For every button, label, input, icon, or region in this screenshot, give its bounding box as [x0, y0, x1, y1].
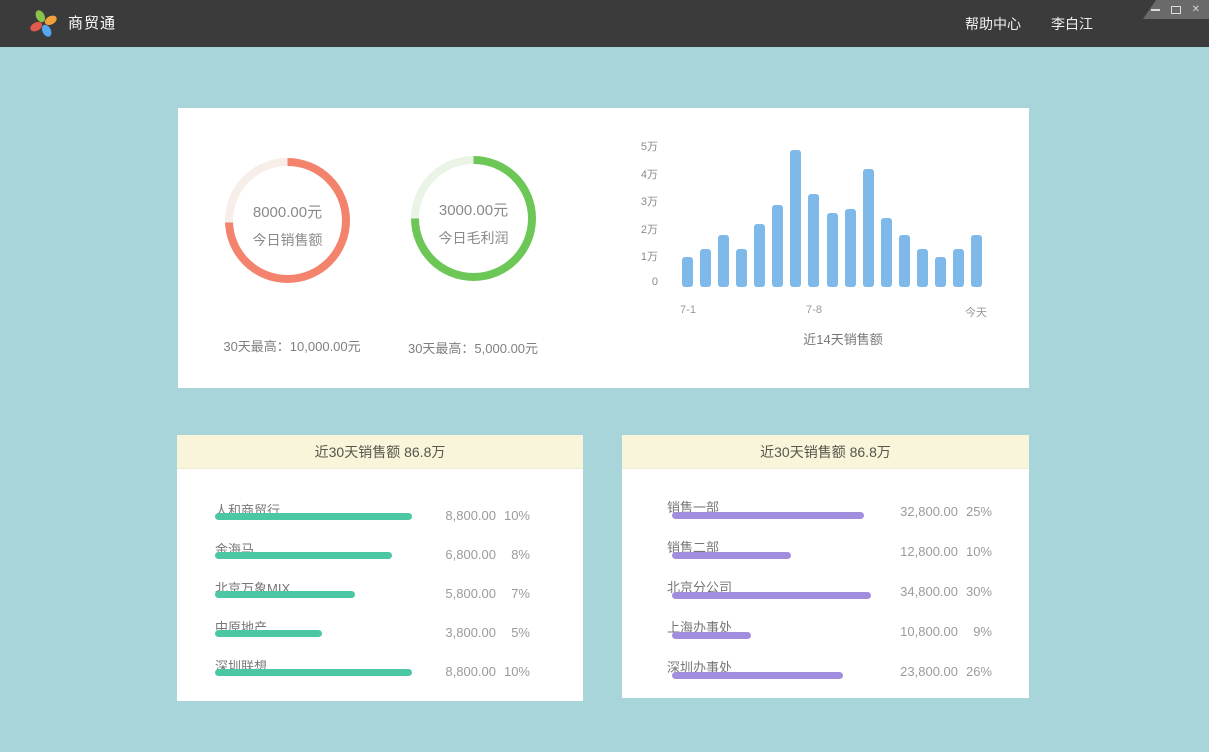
daily-sales-chart-title: 近14天销售额 — [803, 329, 882, 348]
maximize-icon[interactable] — [1171, 6, 1181, 14]
daily-sales-bar — [718, 235, 729, 287]
minimize-icon[interactable] — [1151, 9, 1160, 11]
today-sales-value: 8000.00元 — [253, 201, 322, 222]
list-item: 销售二部 12,800.0010% — [622, 537, 1029, 577]
department-bar — [672, 672, 843, 679]
list-item: 金海马 6,800.008% — [177, 539, 583, 578]
daily-sales-bar — [971, 235, 982, 287]
department-percent: 26% — [958, 664, 992, 679]
department-amount: 10,800.00 — [900, 624, 958, 639]
today-profit-gauge: 3000.00元 今日毛利润 — [411, 156, 536, 281]
customer-rank-list: 人和商贸行 8,800.0010% 金海马 6,800.008% 北京万象MIX… — [177, 469, 583, 695]
customer-amount: 5,800.00 — [445, 586, 496, 601]
user-name-menu[interactable]: 李白江 — [1051, 14, 1093, 34]
today-sales-label: 今日销售额 — [253, 230, 323, 250]
list-item: 销售一部 32,800.0025% — [622, 497, 1029, 537]
daily-sales-bar — [736, 249, 747, 288]
daily-sales-bar — [808, 194, 819, 288]
daily-sales-bar — [682, 257, 693, 287]
y-tick: 1万 — [641, 248, 658, 264]
list-item: 北京万象MIX 5,800.007% — [177, 578, 583, 617]
customer-bar — [215, 591, 355, 598]
close-icon[interactable]: ✕ — [1192, 5, 1200, 15]
titlebar-menu: 帮助中心 李白江 — [965, 0, 1093, 47]
customer-percent: 5% — [496, 625, 530, 640]
daily-sales-bar — [827, 213, 838, 287]
customer-bar — [215, 552, 392, 559]
department-amount: 23,800.00 — [900, 664, 958, 679]
department-percent: 10% — [958, 544, 992, 559]
titlebar: 商贸通 帮助中心 李白江 ✕ — [0, 0, 1209, 47]
daily-sales-bar — [754, 224, 765, 287]
department-amount: 12,800.00 — [900, 544, 958, 559]
department-percent: 9% — [958, 624, 992, 639]
app-title: 商贸通 — [68, 0, 116, 47]
customer-rank-title: 近30天销售额 86.8万 — [177, 435, 583, 469]
today-sales-30d-max: 30天最高：10,000.00元 — [223, 336, 360, 355]
daily-sales-bar — [845, 209, 856, 287]
department-rank-list: 销售一部 32,800.0025% 销售二部 12,800.0010% 北京分公… — [622, 469, 1029, 697]
daily-sales-bar — [899, 235, 910, 287]
customer-amount: 6,800.00 — [445, 547, 496, 562]
list-item: 中原地产 3,800.005% — [177, 617, 583, 656]
list-item: 深圳办事处 23,800.0026% — [622, 657, 1029, 697]
daily-sales-bar — [700, 249, 711, 288]
customer-percent: 7% — [496, 586, 530, 601]
customer-bar — [215, 669, 412, 676]
x-tick-today: 今天 — [965, 304, 987, 320]
customer-percent: 10% — [496, 508, 530, 523]
customer-bar — [215, 513, 412, 520]
list-item: 人和商贸行 8,800.0010% — [177, 500, 583, 539]
department-bar — [672, 552, 791, 559]
y-tick: 2万 — [641, 221, 658, 237]
customer-bar — [215, 630, 322, 637]
list-item: 上海办事处 10,800.009% — [622, 617, 1029, 657]
today-sales-donut: 8000.00元 今日销售额 — [225, 158, 350, 283]
y-tick: 4万 — [641, 166, 658, 182]
daily-sales-bar — [881, 218, 892, 287]
customer-amount: 8,800.00 — [445, 664, 496, 679]
x-tick-mid-day: 7-8 — [806, 304, 822, 316]
customer-amount: 3,800.00 — [445, 625, 496, 640]
app-logo-pinwheel-icon — [29, 9, 58, 38]
overview-card: 8000.00元 今日销售额 30天最高：10,000.00元 3000.00元… — [178, 108, 1029, 388]
x-tick-first-day: 7-1 — [680, 304, 696, 316]
daily-sales-bar — [935, 257, 946, 287]
today-profit-value: 3000.00元 — [439, 199, 508, 220]
department-amount: 34,800.00 — [900, 584, 958, 599]
customer-amount: 8,800.00 — [445, 508, 496, 523]
daily-sales-bar — [790, 150, 801, 288]
daily-sales-bar — [917, 249, 928, 288]
today-profit-label: 今日毛利润 — [439, 228, 509, 248]
today-profit-donut: 3000.00元 今日毛利润 — [411, 156, 536, 281]
department-bar — [672, 512, 864, 519]
list-item: 北京分公司 34,800.0030% — [622, 577, 1029, 617]
department-rank-card: 近30天销售额 86.8万 销售一部 32,800.0025% 销售二部 12,… — [622, 435, 1029, 698]
daily-sales-bar — [953, 249, 964, 288]
daily-sales-bars — [682, 137, 982, 287]
today-profit-30d-max: 30天最高：5,000.00元 — [408, 338, 538, 357]
today-sales-gauge: 8000.00元 今日销售额 — [225, 158, 350, 283]
customer-rank-card: 近30天销售额 86.8万 人和商贸行 8,800.0010% 金海马 6,80… — [177, 435, 583, 701]
daily-sales-bar — [863, 169, 874, 287]
y-tick: 0 — [652, 276, 658, 288]
y-tick: 3万 — [641, 193, 658, 209]
window-controls: ✕ — [1143, 0, 1209, 19]
department-percent: 30% — [958, 584, 992, 599]
department-percent: 25% — [958, 504, 992, 519]
y-axis-ticks: 5万 4万 3万 2万 1万 0 — [606, 138, 658, 288]
help-center-link[interactable]: 帮助中心 — [965, 14, 1021, 34]
y-tick: 5万 — [641, 138, 658, 154]
daily-sales-bar — [772, 205, 783, 288]
department-bar — [672, 632, 751, 639]
department-rank-title: 近30天销售额 86.8万 — [622, 435, 1029, 469]
department-amount: 32,800.00 — [900, 504, 958, 519]
department-bar — [672, 592, 871, 599]
customer-percent: 10% — [496, 664, 530, 679]
customer-percent: 8% — [496, 547, 530, 562]
list-item: 深圳联想 8,800.0010% — [177, 656, 583, 695]
